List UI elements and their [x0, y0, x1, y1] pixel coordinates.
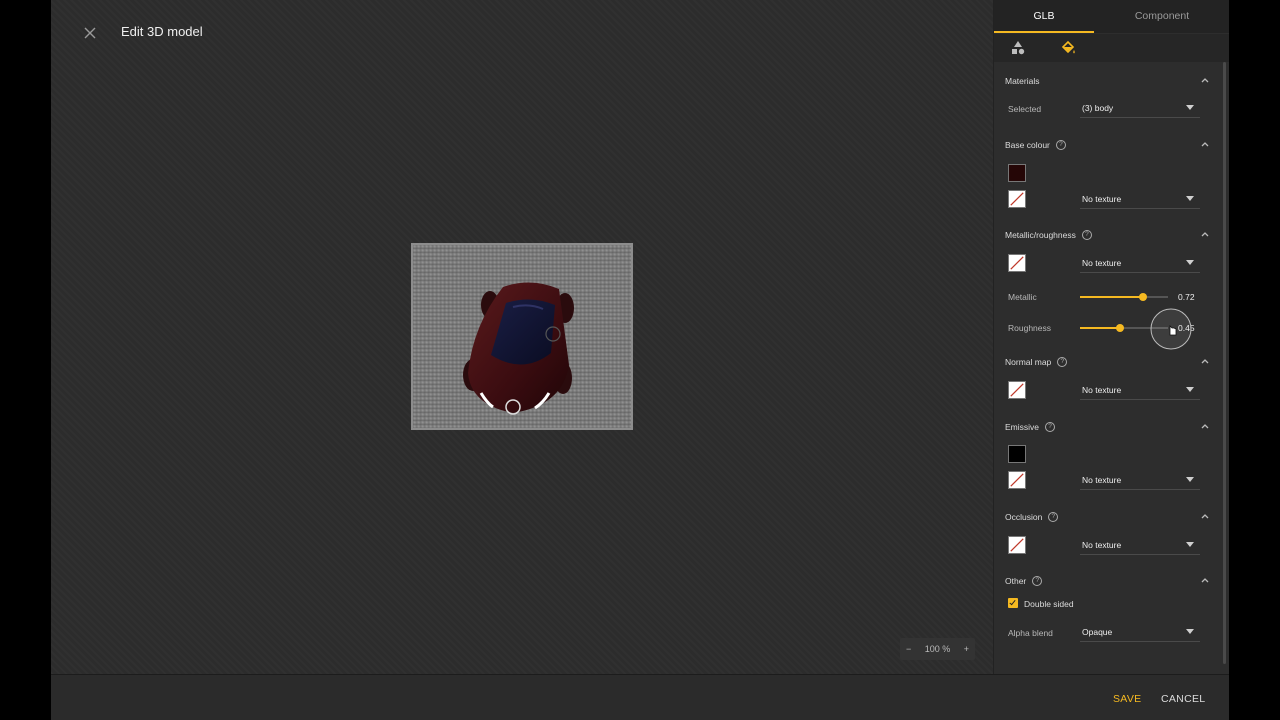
chevron-up-icon[interactable]: [1200, 76, 1210, 84]
zoom-control: − 100 % +: [900, 638, 975, 660]
panel-toolbar: [994, 34, 1229, 62]
section-base-colour: Base colour ?: [1005, 140, 1066, 150]
material-select[interactable]: (3) body: [1080, 99, 1200, 118]
chevron-down-icon: [1186, 105, 1194, 110]
hand-cursor-icon: [1150, 308, 1192, 350]
double-sided-checkbox[interactable]: [1008, 598, 1018, 608]
close-icon[interactable]: [81, 24, 99, 42]
model-preview[interactable]: [411, 243, 633, 430]
section-title: Normal map: [1005, 357, 1052, 367]
texture-value: No texture: [1082, 194, 1122, 204]
help-icon[interactable]: ?: [1055, 140, 1066, 150]
footer-bar: SAVE CANCEL: [51, 674, 1229, 720]
emissive-texture-select[interactable]: No texture: [1080, 471, 1200, 490]
chevron-down-icon: [1186, 387, 1194, 392]
shapes-icon[interactable]: [1010, 40, 1026, 56]
panel-tabs: GLB Component: [994, 0, 1229, 33]
chevron-up-icon[interactable]: [1200, 422, 1210, 430]
section-emissive: Emissive ?: [1005, 422, 1056, 432]
section-title: Occlusion: [1005, 512, 1043, 522]
help-icon[interactable]: ?: [1045, 422, 1056, 432]
emissive-colour-swatch[interactable]: [1008, 445, 1026, 463]
chevron-down-icon: [1186, 196, 1194, 201]
double-sided-label: Double sided: [1024, 599, 1074, 609]
slider-fill: [1080, 327, 1120, 329]
zoom-in-button[interactable]: +: [964, 644, 969, 654]
texture-value: No texture: [1082, 540, 1122, 550]
metallic-slider[interactable]: [1080, 291, 1168, 303]
paint-bucket-icon[interactable]: [1060, 40, 1076, 56]
section-title: Other: [1005, 576, 1027, 586]
section-normal-map: Normal map ?: [1005, 357, 1068, 367]
texture-value: No texture: [1082, 475, 1122, 485]
roughness-label: Roughness: [1008, 323, 1052, 333]
chevron-up-icon[interactable]: [1200, 140, 1210, 148]
help-icon[interactable]: ?: [1032, 576, 1043, 586]
no-texture-icon[interactable]: [1008, 471, 1026, 489]
metallic-roughness-texture-select[interactable]: No texture: [1080, 254, 1200, 273]
properties-panel: GLB Component Materials Selected (3) bod…: [993, 0, 1229, 674]
chevron-down-icon: [1186, 542, 1194, 547]
section-materials: Materials: [1005, 76, 1039, 86]
chevron-down-icon: [1186, 629, 1194, 634]
section-occlusion: Occlusion ?: [1005, 512, 1059, 522]
occlusion-texture-select[interactable]: No texture: [1080, 536, 1200, 555]
chevron-up-icon[interactable]: [1200, 576, 1210, 584]
chevron-up-icon[interactable]: [1200, 512, 1210, 520]
zoom-out-button[interactable]: −: [906, 644, 911, 654]
help-icon[interactable]: ?: [1081, 230, 1092, 240]
metallic-label: Metallic: [1008, 292, 1037, 302]
no-texture-icon[interactable]: [1008, 381, 1026, 399]
section-title: Emissive: [1005, 422, 1040, 432]
metallic-value[interactable]: 0.72: [1178, 292, 1195, 302]
section-metallic-roughness: Metallic/roughness ?: [1005, 230, 1092, 240]
chevron-down-icon: [1186, 477, 1194, 482]
selected-label: Selected: [1008, 104, 1042, 114]
chevron-up-icon[interactable]: [1200, 230, 1210, 238]
chevron-down-icon: [1186, 260, 1194, 265]
slider-thumb[interactable]: [1139, 293, 1148, 301]
tab-glb[interactable]: GLB: [994, 0, 1094, 33]
page-title: Edit 3D model: [121, 24, 203, 39]
help-icon[interactable]: ?: [1048, 512, 1059, 522]
alpha-blend-value: Opaque: [1082, 627, 1113, 637]
no-texture-icon[interactable]: [1008, 190, 1026, 208]
cancel-button[interactable]: CANCEL: [1161, 693, 1205, 705]
model-viewport[interactable]: Edit 3D model − 100 % +: [51, 0, 993, 674]
zoom-level: 100 %: [924, 644, 951, 654]
texture-value: No texture: [1082, 385, 1122, 395]
tab-component[interactable]: Component: [1112, 0, 1212, 33]
material-select-value: (3) body: [1082, 103, 1114, 113]
slider-thumb[interactable]: [1115, 324, 1124, 332]
editor-window: Edit 3D model − 100 % + GLB Component Ma…: [51, 0, 1229, 720]
base-colour-swatch[interactable]: [1008, 164, 1026, 182]
section-other: Other ?: [1005, 576, 1043, 586]
no-texture-icon[interactable]: [1008, 254, 1026, 272]
panel-scrollbar[interactable]: [1223, 62, 1226, 664]
no-texture-icon[interactable]: [1008, 536, 1026, 554]
help-icon[interactable]: ?: [1057, 357, 1068, 367]
section-title: Metallic/roughness: [1005, 230, 1076, 240]
base-colour-texture-select[interactable]: No texture: [1080, 190, 1200, 209]
texture-value: No texture: [1082, 258, 1122, 268]
section-title: Materials: [1005, 76, 1040, 86]
slider-fill: [1080, 296, 1144, 298]
save-button[interactable]: SAVE: [1113, 693, 1141, 705]
car-model-image: [413, 245, 631, 428]
alpha-blend-label: Alpha blend: [1008, 628, 1053, 638]
section-title: Base colour: [1005, 140, 1050, 150]
normal-map-texture-select[interactable]: No texture: [1080, 381, 1200, 400]
alpha-blend-select[interactable]: Opaque: [1080, 623, 1200, 642]
chevron-up-icon[interactable]: [1200, 357, 1210, 365]
